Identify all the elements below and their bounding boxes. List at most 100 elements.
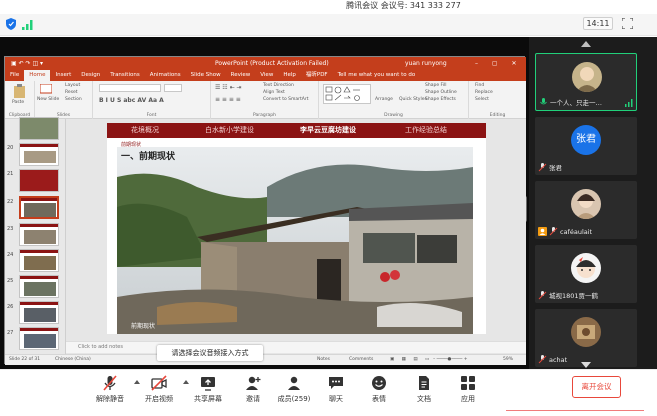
mic-muted-icon bbox=[103, 375, 117, 391]
chat-button[interactable]: 聊天 bbox=[314, 375, 358, 411]
documents-button[interactable]: 文档 bbox=[402, 375, 446, 411]
current-slide[interactable]: 花境概况 白水新小学建设 李早云豆腐坊建设 工作经验总结 前期现状 一、前期现状… bbox=[107, 123, 486, 334]
slide-thumb[interactable] bbox=[19, 301, 59, 324]
participant-tile[interactable]: 张君 张君 bbox=[535, 117, 637, 175]
shape-outline-button[interactable]: Shape Outline bbox=[425, 90, 457, 95]
paragraph-label: Paragraph bbox=[252, 113, 277, 118]
audio-prompt-tooltip[interactable]: 请选择会议音频接入方式 bbox=[157, 345, 263, 361]
replace-button[interactable]: Replace bbox=[475, 90, 493, 95]
slide-nav-item: 工作经验总结 bbox=[405, 126, 447, 134]
align-buttons[interactable]: ≡ ≡ ≡ ≡ bbox=[215, 96, 241, 103]
leave-meeting-button[interactable]: 离开会议 bbox=[572, 376, 621, 398]
tab-home[interactable]: Home bbox=[24, 70, 51, 81]
host-icon bbox=[538, 227, 547, 236]
arrange-button[interactable]: Arrange bbox=[375, 97, 393, 102]
participants-button[interactable]: 成员(259) bbox=[272, 375, 316, 411]
language-indicator: Chinese (China) bbox=[55, 357, 91, 362]
notes-pane[interactable]: Click to add notes bbox=[66, 341, 526, 353]
tab-slide-show[interactable]: Slide Show bbox=[186, 70, 226, 81]
tab-transitions[interactable]: Transitions bbox=[105, 70, 144, 81]
unmute-button[interactable]: 解除静音 bbox=[88, 375, 132, 411]
font-label: Font bbox=[146, 113, 157, 118]
mic-muted-icon bbox=[538, 291, 547, 300]
apps-button[interactable]: 应用 bbox=[446, 375, 490, 411]
layout-button[interactable]: Layout bbox=[65, 83, 80, 88]
find-button[interactable]: Find bbox=[475, 83, 484, 88]
participant-name: 城视1801贾一鹤 bbox=[549, 292, 599, 300]
ribbon-group-paragraph: ☰ ☷ ⇤ ⇥ ≡ ≡ ≡ ≡ Text Direction Align Tex… bbox=[211, 81, 319, 119]
new-slide-icon[interactable] bbox=[40, 84, 52, 95]
quick-access-icons[interactable]: ▣ ↶ ↷ ◫ ▾ bbox=[11, 57, 43, 70]
invite-button[interactable]: 邀请 bbox=[231, 375, 275, 411]
mic-icon bbox=[540, 98, 547, 105]
slide-heading: 一、前期现状 bbox=[121, 152, 176, 162]
zoom-level: 59% bbox=[503, 357, 514, 362]
tab-help[interactable]: Help bbox=[278, 70, 301, 81]
tell-me-search[interactable]: Tell me what you want to do bbox=[333, 70, 421, 81]
fullscreen-icon[interactable] bbox=[622, 18, 633, 29]
section-button[interactable]: Section bbox=[65, 97, 82, 102]
share-screen-button[interactable]: 共享屏幕 bbox=[186, 375, 230, 411]
comments-toggle[interactable]: Comments bbox=[349, 355, 373, 365]
tab-review[interactable]: Review bbox=[226, 70, 256, 81]
participant-tile[interactable]: 城视1801贾一鹤 bbox=[535, 245, 637, 303]
font-style-buttons[interactable]: B I U S abc AV Aa A bbox=[99, 97, 164, 104]
tab-animations[interactable]: Animations bbox=[145, 70, 186, 81]
participant-name: caféaulait bbox=[560, 228, 593, 236]
avatar: 张君 bbox=[571, 125, 601, 155]
scroll-up-icon[interactable] bbox=[581, 41, 591, 47]
participant-name: 张君 bbox=[549, 164, 562, 172]
shape-fill-button[interactable]: Shape Fill bbox=[425, 83, 447, 88]
quick-styles-button[interactable]: Quick Styles bbox=[399, 97, 427, 102]
network-signal-icon[interactable] bbox=[22, 20, 34, 30]
tab-pdf[interactable]: 福昕PDF bbox=[301, 70, 333, 81]
slide-number: 24 bbox=[7, 252, 14, 258]
convert-smartart-button[interactable]: Convert to SmartArt bbox=[263, 97, 308, 102]
top-bar bbox=[0, 14, 657, 36]
shapes-gallery[interactable] bbox=[323, 84, 371, 104]
font-size-box[interactable] bbox=[164, 84, 182, 92]
slide-counter: Slide 22 of 31 bbox=[9, 357, 41, 362]
ribbon-group-drawing: Arrange Quick Styles Shape Fill Shape Ou… bbox=[319, 81, 469, 119]
slide-thumb[interactable] bbox=[19, 143, 59, 166]
align-text-button[interactable]: Align Text bbox=[263, 90, 285, 95]
participant-tile[interactable]: achat bbox=[535, 309, 637, 367]
paste-icon[interactable] bbox=[13, 84, 26, 98]
text-direction-button[interactable]: Text Direction bbox=[263, 83, 294, 88]
start-video-button[interactable]: 开启视频 bbox=[137, 375, 181, 411]
shield-icon[interactable] bbox=[6, 18, 16, 30]
view-buttons[interactable]: ▣ ▦ ▤ ▭ bbox=[390, 355, 432, 365]
participant-tile[interactable]: caféaulait bbox=[535, 181, 637, 239]
select-button[interactable]: Select bbox=[475, 97, 489, 102]
slide-nav-item: 白水新小学建设 bbox=[205, 126, 254, 134]
list-buttons[interactable]: ☰ ☷ ⇤ ⇥ bbox=[215, 84, 242, 91]
tab-view[interactable]: View bbox=[255, 70, 278, 81]
editing-label: Editing bbox=[489, 113, 506, 118]
tab-insert[interactable]: Insert bbox=[50, 70, 76, 81]
slide-thumb[interactable] bbox=[19, 275, 59, 298]
decorative-line bbox=[506, 410, 644, 411]
slide-thumb[interactable] bbox=[19, 223, 59, 246]
documents-label: 文档 bbox=[417, 395, 431, 403]
slide-thumb[interactable] bbox=[19, 327, 59, 350]
slide-photo-caption: 前期现状 bbox=[131, 323, 156, 330]
tab-file[interactable]: File bbox=[5, 70, 24, 81]
slide-thumb[interactable] bbox=[19, 117, 59, 140]
shape-effects-button[interactable]: Shape Effects bbox=[425, 97, 456, 102]
avatar bbox=[571, 253, 601, 283]
window-controls[interactable]: – ▢ ✕ bbox=[475, 57, 523, 70]
notes-toggle[interactable]: Notes bbox=[317, 355, 330, 365]
slide-photo-village-house bbox=[117, 147, 473, 334]
participant-tile[interactable]: 一个人、只走一… bbox=[535, 53, 637, 111]
slide-thumb-selected[interactable] bbox=[19, 196, 59, 219]
tab-design[interactable]: Design bbox=[76, 70, 105, 81]
zoom-slider[interactable]: – ────●──── + bbox=[433, 355, 467, 365]
slide-thumb[interactable] bbox=[19, 249, 59, 272]
scroll-down-icon[interactable] bbox=[581, 362, 591, 368]
reset-button[interactable]: Reset bbox=[65, 90, 78, 95]
reactions-label: 表情 bbox=[372, 395, 386, 403]
font-name-box[interactable] bbox=[99, 84, 161, 92]
slide-thumb[interactable] bbox=[19, 169, 59, 192]
reactions-button[interactable]: 表情 bbox=[357, 375, 401, 411]
ppt-ribbon-tabs: File Home Insert Design Transitions Animation… bbox=[5, 70, 526, 81]
